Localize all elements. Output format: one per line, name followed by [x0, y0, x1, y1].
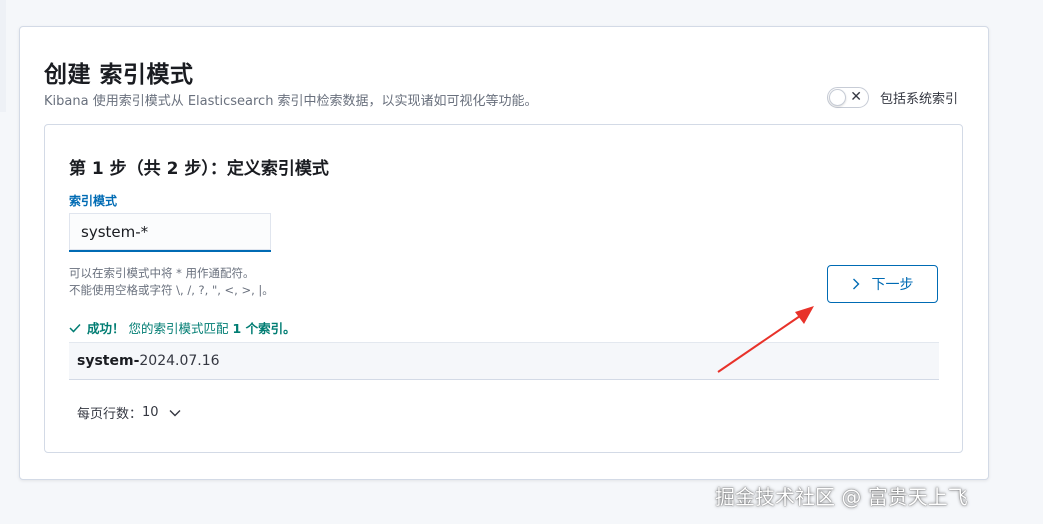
check-icon: [69, 323, 81, 333]
index-suffix: 2024.07.16: [139, 353, 220, 369]
next-step-button[interactable]: 下一步: [827, 265, 938, 303]
matched-index-row: system- 2024.07.16: [69, 342, 939, 380]
matched-part: system-: [77, 353, 140, 369]
rows-per-page-label: 每页行数：: [77, 407, 143, 422]
chevron-down-icon: [169, 409, 181, 417]
index-pattern-input[interactable]: [69, 213, 271, 252]
chevron-right-icon: [852, 278, 860, 290]
create-index-pattern-panel: 创建 索引模式 Kibana 使用索引模式从 Elasticsearch 索引中…: [19, 26, 989, 480]
step-card: 第 1 步（共 2 步）：定义索引模式 索引模式 可以在索引模式中将 * 用作通…: [44, 124, 963, 453]
rows-per-page-selector[interactable]: 每页行数： 10: [77, 403, 181, 422]
left-background-strip: [0, 0, 6, 112]
include-system-indices: ✕ 包括系统索引: [827, 87, 958, 108]
rows-per-page-value: 10: [142, 405, 159, 420]
watermark: 掘金技术社区 @ 富贵天上飞: [715, 485, 968, 509]
success-count: 1 个索引。: [232, 321, 296, 336]
success-message: 成功！ 您的索引模式匹配 1 个索引。: [69, 318, 296, 337]
switch-knob: [829, 89, 846, 106]
page-subtitle: Kibana 使用索引模式从 Elasticsearch 索引中检索数据，以实现…: [44, 94, 538, 109]
step-title: 第 1 步（共 2 步）：定义索引模式: [69, 159, 329, 179]
include-system-indices-switch[interactable]: ✕: [827, 87, 869, 108]
next-step-label: 下一步: [871, 277, 914, 293]
success-text: 您的索引模式匹配: [128, 321, 229, 336]
help-line-forbidden-chars: 不能使用空格或字符 \, /, ?, ", <, >, |。: [69, 283, 274, 297]
help-line-wildcard: 可以在索引模式中将 * 用作通配符。: [69, 266, 255, 280]
cross-icon: ✕: [850, 89, 862, 105]
page-title: 创建 索引模式: [44, 62, 194, 88]
index-pattern-label: 索引模式: [69, 194, 118, 208]
include-system-indices-label: 包括系统索引: [880, 92, 959, 107]
help-text: 可以在索引模式中将 * 用作通配符。 不能使用空格或字符 \, /, ?, ",…: [69, 265, 274, 299]
success-prefix: 成功！: [87, 321, 125, 336]
